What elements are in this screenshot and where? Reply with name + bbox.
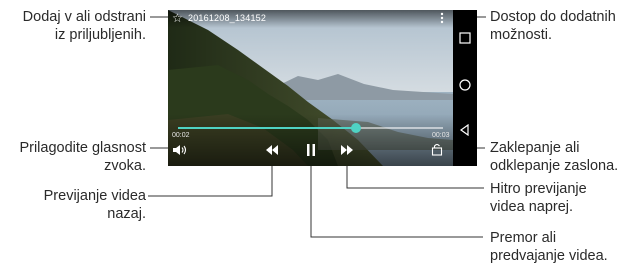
recent-apps-icon[interactable] [457,30,473,46]
pause-icon[interactable] [305,143,317,157]
back-icon[interactable] [457,122,473,138]
time-elapsed: 00:02 [172,132,190,139]
video-file-name: 20161208_134152 [188,13,267,23]
callout-more-options: Dostop do dodatnih možnosti. [490,9,616,43]
home-icon[interactable] [457,77,473,93]
time-total: 00:03 [432,132,450,139]
callout-fast-forward: Hitro previjanje videa naprej. [490,181,587,215]
fast-forward-icon[interactable] [340,144,354,156]
callout-volume: Prilagodite glasnost zvoka. [19,140,146,174]
phone-screen: ☆ 20161208_134152 00:02 00:03 [168,10,477,166]
video-frame[interactable]: ☆ 20161208_134152 00:02 00:03 [168,10,453,166]
rewind-icon[interactable] [265,144,279,156]
seek-bar-thumb[interactable] [351,123,361,133]
controls-shade [168,114,453,166]
more-vertical-icon[interactable] [435,11,449,25]
callout-lock: Zaklepanje ali odklepanje zaslona. [490,140,619,174]
star-icon[interactable]: ☆ [172,11,183,25]
callout-favorite: Dodaj v ali odstrani iz priljubljenih. [22,9,146,43]
navigation-bar [453,10,477,166]
seek-bar-progress [178,127,356,129]
callout-rewind: Previjanje videa nazaj. [43,188,146,222]
screen-lock-icon[interactable] [430,142,444,156]
callout-pause: Premor ali predvajanje videa. [490,230,608,264]
volume-icon[interactable] [172,143,188,157]
